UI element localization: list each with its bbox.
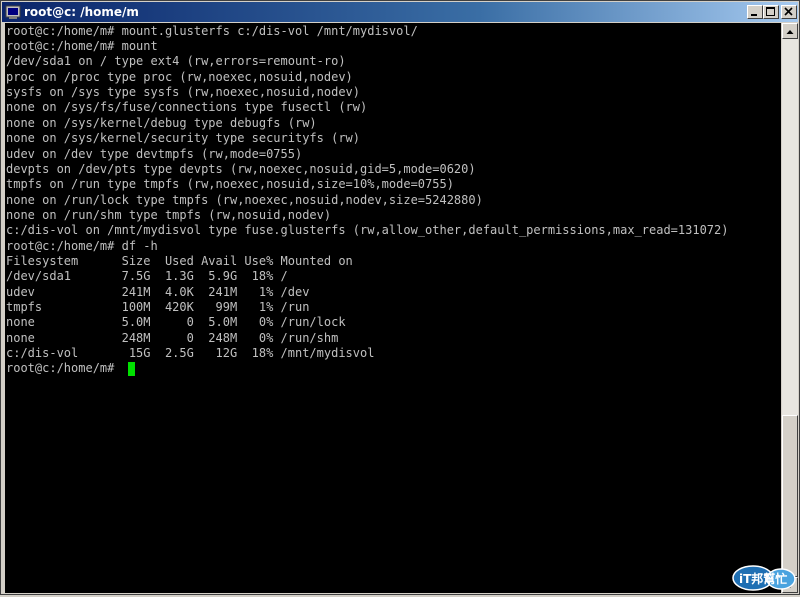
vertical-scrollbar[interactable] (782, 23, 798, 593)
scroll-up-button[interactable] (782, 23, 798, 39)
terminal-prompt: root@c:/home/m# (6, 361, 122, 375)
terminal-line: /dev/sda1 on / type ext4 (rw,errors=remo… (6, 54, 346, 68)
terminal-line: c:/dis-vol 15G 2.5G 12G 18% /mnt/mydisvo… (6, 346, 375, 360)
terminal-line: proc on /proc type proc (rw,noexec,nosui… (6, 70, 353, 84)
maximize-button[interactable] (763, 5, 779, 19)
arrow-up-icon (786, 30, 794, 34)
site-logo-watermark: iT邦幫忙 (731, 564, 797, 592)
terminal-app-icon[interactable] (5, 4, 21, 20)
terminal-line: none on /run/lock type tmpfs (rw,noexec,… (6, 193, 483, 207)
scrollbar-thumb[interactable] (782, 415, 798, 577)
terminal-line: root@c:/home/m# mount (6, 39, 158, 53)
terminal-line: udev 241M 4.0K 241M 1% /dev (6, 285, 310, 299)
terminal-line: /dev/sda1 7.5G 1.3G 5.9G 18% / (6, 269, 288, 283)
minimize-icon (751, 14, 757, 16)
terminal-line: none 248M 0 248M 0% /run/shm (6, 331, 339, 345)
close-icon (784, 7, 793, 16)
maximize-icon (766, 7, 775, 16)
window-title: root@c: /home/m (24, 5, 139, 19)
ithome-logo-icon: iT邦幫忙 (732, 565, 796, 591)
terminal-line: Filesystem Size Used Avail Use% Mounted … (6, 254, 353, 268)
terminal-window: root@c: /home/m root@c:/home/m# mount.gl… (0, 0, 800, 595)
terminal-line: none on /sys/fs/fuse/connections type fu… (6, 100, 368, 114)
terminal-line: c:/dis-vol on /mnt/mydisvol type fuse.gl… (6, 223, 729, 237)
terminal-line: sysfs on /sys type sysfs (rw,noexec,nosu… (6, 85, 361, 99)
minimize-button[interactable] (747, 5, 763, 19)
terminal-line: none on /sys/kernel/debug type debugfs (… (6, 116, 317, 130)
close-button[interactable] (781, 5, 797, 19)
title-bar[interactable]: root@c: /home/m (2, 2, 798, 22)
terminal-line: devpts on /dev/pts type devpts (rw,noexe… (6, 162, 476, 176)
terminal-line: none on /run/shm type tmpfs (rw,nosuid,n… (6, 208, 332, 222)
terminal-line: udev on /dev type devtmpfs (rw,mode=0755… (6, 147, 303, 161)
terminal-line: root@c:/home/m# df -h (6, 239, 158, 253)
terminal-line: tmpfs 100M 420K 99M 1% /run (6, 300, 310, 314)
terminal-line: none 5.0M 0 5.0M 0% /run/lock (6, 315, 346, 329)
terminal-output[interactable]: root@c:/home/m# mount.glusterfs c:/dis-v… (5, 23, 781, 593)
terminal-line: none on /sys/kernel/security type securi… (6, 131, 361, 145)
watermark-text: iT邦幫忙 (739, 571, 787, 586)
terminal-cursor (128, 362, 135, 376)
terminal-line: root@c:/home/m# mount.glusterfs c:/dis-v… (6, 24, 418, 38)
terminal-line: tmpfs on /run type tmpfs (rw,noexec,nosu… (6, 177, 454, 191)
